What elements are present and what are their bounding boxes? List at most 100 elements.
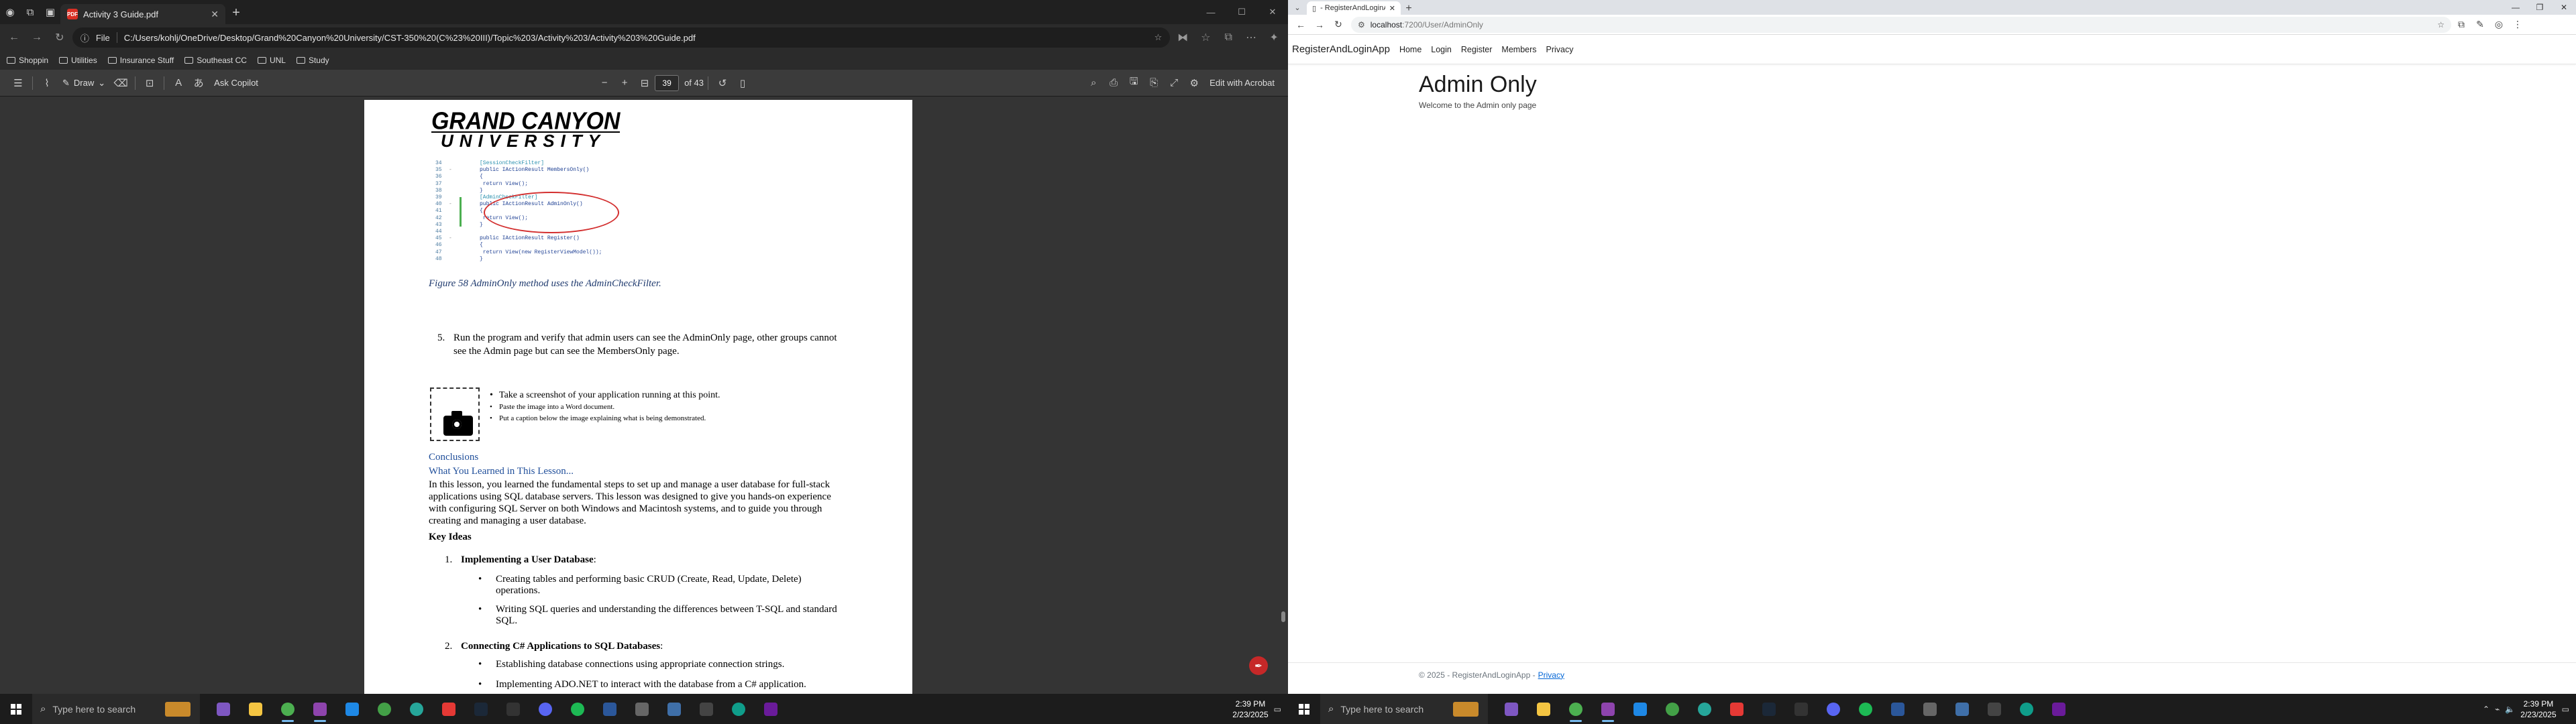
- rotate-icon[interactable]: ↺: [712, 73, 733, 93]
- settings-more-icon[interactable]: ⋯: [1241, 27, 1261, 48]
- zoom-out-icon[interactable]: −: [594, 73, 614, 93]
- app-file-explorer-icon[interactable]: [241, 696, 270, 723]
- copilot-split-icon[interactable]: ⧓: [1173, 27, 1193, 48]
- nav-home[interactable]: Home: [1399, 45, 1421, 54]
- tab-search-icon[interactable]: ⌄: [1291, 1, 1304, 13]
- edit-with-acrobat-button[interactable]: Edit with Acrobat: [1204, 73, 1280, 93]
- new-tab-button[interactable]: +: [1401, 3, 1417, 15]
- close-window-button[interactable]: ✕: [2552, 0, 2576, 15]
- maximize-button[interactable]: ☐: [1226, 0, 1257, 24]
- app-brave-icon[interactable]: [1723, 696, 1751, 723]
- app-rstudio-icon[interactable]: [1948, 696, 1976, 723]
- close-window-button[interactable]: ✕: [1257, 0, 1288, 24]
- favorite-star-icon[interactable]: ☆: [1155, 32, 1163, 43]
- new-tab-button[interactable]: +: [225, 5, 247, 21]
- refresh-icon[interactable]: ↻: [1330, 16, 1347, 34]
- app-spotify-icon[interactable]: [564, 696, 592, 723]
- copilot-icon[interactable]: ✦: [1264, 27, 1284, 48]
- favorites-icon[interactable]: ☆: [1195, 27, 1216, 48]
- extension-icon[interactable]: ✎: [2471, 16, 2489, 34]
- settings-icon[interactable]: ⚙: [1184, 73, 1204, 93]
- app-steam-icon[interactable]: [467, 696, 495, 723]
- clock[interactable]: 2:39 PM 2/23/2025: [2520, 699, 2556, 720]
- draw-button[interactable]: ✎ Draw ⌄: [57, 73, 111, 93]
- app-visual-studio-icon[interactable]: [1594, 696, 1622, 723]
- restore-button[interactable]: ❐: [2528, 0, 2552, 15]
- network-icon[interactable]: ⌁: [2495, 705, 2500, 714]
- bookmark-item[interactable]: Utilities: [59, 56, 97, 65]
- minimize-button[interactable]: —: [1195, 0, 1226, 24]
- tab-activity-guide[interactable]: PDF Activity 3 Guide.pdf ✕: [60, 4, 225, 24]
- chevron-up-icon[interactable]: ⌃: [2483, 705, 2489, 714]
- page-view-icon[interactable]: ▯: [733, 73, 753, 93]
- info-icon[interactable]: ⓘ: [80, 32, 89, 44]
- page-number-input[interactable]: 39: [655, 74, 680, 91]
- nav-register[interactable]: Register: [1461, 45, 1493, 54]
- minimize-button[interactable]: —: [2504, 0, 2528, 15]
- zoom-in-icon[interactable]: +: [614, 73, 635, 93]
- app-sql-icon[interactable]: [628, 696, 656, 723]
- nav-privacy[interactable]: Privacy: [1546, 45, 1574, 54]
- bookmark-item[interactable]: Shoppin: [7, 56, 48, 65]
- app-vscode-icon[interactable]: [338, 696, 366, 723]
- refresh-icon[interactable]: ↻: [50, 27, 70, 48]
- menu-icon[interactable]: ⋮: [2509, 16, 2526, 34]
- footer-privacy-link[interactable]: Privacy: [1538, 670, 1564, 680]
- app-edge-2-icon[interactable]: [2012, 696, 2041, 723]
- save-as-icon[interactable]: ⎘: [1144, 73, 1164, 93]
- app-purple-icon[interactable]: [757, 696, 785, 723]
- app-file-explorer-icon[interactable]: [1529, 696, 1558, 723]
- collections-icon[interactable]: ⧉: [1218, 27, 1238, 48]
- tab-actions-icon[interactable]: ▣: [40, 0, 60, 24]
- back-icon[interactable]: ←: [1292, 16, 1309, 34]
- app-purple-icon[interactable]: [2045, 696, 2073, 723]
- app-vscode-icon[interactable]: [1626, 696, 1654, 723]
- highlight-icon[interactable]: ⌇: [37, 73, 57, 93]
- app-terminal-icon[interactable]: [499, 696, 527, 723]
- app-discord-icon[interactable]: [1819, 696, 1847, 723]
- taskbar-search[interactable]: ⌕ Type here to search: [32, 694, 200, 724]
- app-rstudio-icon[interactable]: [660, 696, 688, 723]
- notification-icon[interactable]: ▭: [1274, 705, 1281, 714]
- read-aloud-icon[interactable]: A: [168, 73, 189, 93]
- start-button[interactable]: [1288, 694, 1320, 724]
- app-vs-purple-icon[interactable]: [1497, 696, 1525, 723]
- app-word-icon[interactable]: [1884, 696, 1912, 723]
- extensions-icon[interactable]: ⧉: [2453, 16, 2470, 34]
- fit-page-icon[interactable]: ⊟: [635, 73, 655, 93]
- forward-icon[interactable]: →: [27, 27, 47, 48]
- scrollbar-thumb[interactable]: [1281, 611, 1285, 622]
- app-brave-icon[interactable]: [435, 696, 463, 723]
- app-edge-2-icon[interactable]: [724, 696, 753, 723]
- forward-icon[interactable]: →: [1311, 16, 1328, 34]
- start-button[interactable]: [0, 694, 32, 724]
- site-info-icon[interactable]: ⚙: [1358, 20, 1365, 29]
- print-icon[interactable]: ⎙: [1104, 73, 1124, 93]
- bookmark-star-icon[interactable]: ☆: [2437, 20, 2445, 29]
- back-icon[interactable]: ←: [4, 27, 24, 48]
- app-edge-icon[interactable]: [402, 696, 431, 723]
- app-terminal-icon[interactable]: [1787, 696, 1815, 723]
- contents-icon[interactable]: ☰: [8, 73, 28, 93]
- volume-icon[interactable]: 🔈: [2505, 705, 2515, 714]
- taskbar-search[interactable]: ⌕ Type here to search: [1320, 694, 1488, 724]
- url-field[interactable]: ⚙ localhost:7200/User/AdminOnly ☆: [1351, 16, 2451, 33]
- bookmark-item[interactable]: UNL: [257, 56, 286, 65]
- clock[interactable]: 2:39 PM 2/23/2025: [1232, 699, 1268, 720]
- app-chrome-icon[interactable]: [274, 696, 302, 723]
- nav-members[interactable]: Members: [1501, 45, 1536, 54]
- bookmark-item[interactable]: Southeast CC: [184, 56, 247, 65]
- profile-avatar[interactable]: ◎: [2490, 16, 2508, 34]
- app-word-icon[interactable]: [596, 696, 624, 723]
- bookmark-item[interactable]: Insurance Stuff: [107, 56, 174, 65]
- app-calc-icon[interactable]: [692, 696, 720, 723]
- pdf-viewer[interactable]: GRAND CANYON UNIVERSITY 34 [SessionCheckF…: [0, 97, 1288, 694]
- app-green-circle-icon[interactable]: [1658, 696, 1686, 723]
- app-chrome-icon[interactable]: [1562, 696, 1590, 723]
- app-sql-icon[interactable]: [1916, 696, 1944, 723]
- app-vs-purple-icon[interactable]: [209, 696, 237, 723]
- save-icon[interactable]: 🖫: [1124, 73, 1144, 93]
- profile-icon[interactable]: ◉: [0, 0, 20, 24]
- app-discord-icon[interactable]: [531, 696, 559, 723]
- app-steam-icon[interactable]: [1755, 696, 1783, 723]
